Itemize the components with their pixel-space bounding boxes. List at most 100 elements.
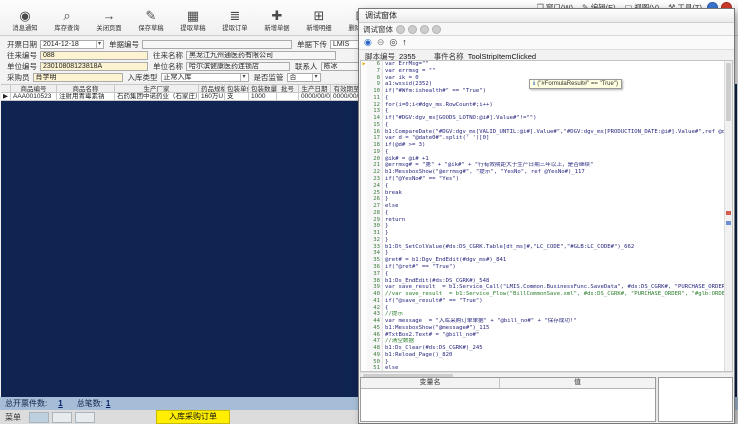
code-text: { bbox=[383, 271, 388, 278]
field-value: 正常入库 bbox=[164, 73, 192, 82]
field-label: 单位名称 bbox=[153, 61, 183, 72]
grid-header-cell[interactable]: 生产厂家 bbox=[115, 84, 199, 93]
code-text: b1:CompareDate("#DGV:dgv_ms[VALID_UNTIL:… bbox=[383, 129, 732, 136]
grid-header-cell[interactable]: 商品编号 bbox=[11, 84, 57, 93]
code-line: 22b1:MessboxShow("@errmsg#", "提示", "YesN… bbox=[361, 169, 732, 176]
variables-col-name: 变量名 bbox=[361, 378, 500, 388]
code-line: 36if("@ret#" == "True") bbox=[361, 264, 732, 271]
grid-header-cell[interactable] bbox=[1, 84, 11, 93]
debug-inner-title: 调试窗体 bbox=[363, 24, 393, 35]
line-number: 28 bbox=[367, 210, 383, 217]
code-line: 20@ik# = @i# +1 bbox=[361, 156, 732, 163]
code-text: } bbox=[383, 359, 388, 366]
code-line: 43//提示 bbox=[361, 311, 732, 318]
code-line: 7var errmsg = "" bbox=[361, 68, 732, 75]
debug-step-up-icon[interactable]: ↑ bbox=[402, 38, 407, 47]
window-button-icon[interactable] bbox=[396, 25, 405, 34]
field-input[interactable] bbox=[142, 40, 292, 49]
field-label: 采购员 bbox=[7, 72, 30, 83]
code-line: 45b1:MessboxShow("@message#")_115 bbox=[361, 325, 732, 332]
grid-header-cell[interactable]: 包装单位 bbox=[225, 84, 249, 93]
close-page-icon: → bbox=[103, 8, 116, 23]
debug-continue-icon[interactable]: ◉ bbox=[364, 38, 372, 47]
add-detail-icon: ⊞ bbox=[314, 8, 325, 23]
field-dropdown[interactable]: 否▾ bbox=[287, 73, 321, 82]
chevron-down-icon[interactable]: ▾ bbox=[240, 73, 245, 82]
grid-cell bbox=[277, 93, 299, 101]
line-number: 50 bbox=[367, 359, 383, 366]
chevron-down-icon[interactable]: ▾ bbox=[312, 73, 317, 82]
toolbar-button[interactable]: ⊞新增明细 bbox=[298, 8, 340, 33]
line-number: 30 bbox=[367, 223, 383, 230]
window-tab[interactable] bbox=[75, 412, 95, 423]
line-number: 23 bbox=[367, 176, 383, 183]
toolbar-button[interactable]: ▦提取草稿 bbox=[172, 8, 214, 33]
line-number: 36 bbox=[367, 264, 383, 271]
field-input[interactable]: 23010808123818A bbox=[40, 62, 148, 71]
toolbar-button[interactable]: ≣提取订单 bbox=[214, 8, 256, 33]
field-value: 哈尔滨健康医药连锁店 bbox=[189, 62, 259, 71]
debug-tooltip: ℹ("#FormulaResult#" == "True") bbox=[529, 79, 622, 89]
toolbar-button-label: 消息通知 bbox=[12, 24, 37, 33]
code-text: var errmsg = "" bbox=[383, 68, 436, 75]
line-number: 49 bbox=[367, 352, 383, 359]
grid-header-cell[interactable]: 商品名称 bbox=[57, 84, 115, 93]
field-dropdown[interactable]: 正常入库 ▾ bbox=[161, 73, 249, 82]
debug-window-title: 调试窗体 bbox=[365, 10, 397, 21]
window-tab[interactable] bbox=[52, 412, 72, 423]
code-line: 25break bbox=[361, 190, 732, 197]
field-value: LMIS bbox=[333, 40, 349, 49]
grid-header-cell[interactable]: 药品规格 bbox=[199, 84, 225, 93]
line-number: 16 bbox=[367, 129, 383, 136]
toolbar-button[interactable]: →关闭页面 bbox=[88, 8, 130, 33]
window-button-icon[interactable] bbox=[420, 25, 429, 34]
grid-header-cell[interactable]: 生产日期 bbox=[299, 84, 331, 93]
field-input[interactable]: 哈尔滨健康医药连锁店 bbox=[186, 62, 290, 71]
code-line: 11{ bbox=[361, 95, 732, 102]
window-button-icon[interactable] bbox=[432, 25, 441, 34]
debug-window-titlebar[interactable]: 调试窗体 bbox=[359, 9, 734, 23]
debug-pause-icon[interactable]: ⊖ bbox=[377, 38, 385, 47]
code-vertical-scrollbar[interactable] bbox=[724, 61, 732, 371]
toolbar-button-label: 库存查询 bbox=[54, 24, 79, 33]
chevron-down-icon[interactable]: ▾ bbox=[96, 40, 101, 49]
field-dropdown[interactable]: 2014-12-18▾ bbox=[40, 40, 104, 49]
window-button-icon[interactable] bbox=[408, 25, 417, 34]
field-label: 是否监管 bbox=[254, 72, 284, 83]
line-number: 38 bbox=[367, 278, 383, 285]
menu-label[interactable]: 菜单 bbox=[5, 412, 21, 423]
window-tab[interactable] bbox=[29, 412, 49, 423]
code-text: @ik# = @i# +1 bbox=[383, 156, 429, 163]
code-text: { bbox=[383, 122, 388, 129]
code-line: 47//清空数据 bbox=[361, 338, 732, 345]
field-input[interactable]: 肖学明 bbox=[33, 73, 123, 82]
grid-header-cell[interactable]: 批号 bbox=[277, 84, 299, 93]
toolbar-button-label: 保存草稿 bbox=[138, 24, 163, 33]
script-code-editor[interactable]: ▶6var ErrMsg=""7var errmsg = ""8var ik =… bbox=[360, 60, 733, 372]
debug-stop-icon[interactable]: ◎ bbox=[389, 38, 397, 47]
debug-inner-titlebar[interactable]: 调试窗体 bbox=[359, 23, 734, 36]
line-number: 21 bbox=[367, 162, 383, 169]
grid-header-cell[interactable]: 包装数量 bbox=[249, 84, 277, 93]
code-text: if("#DGV:dgv_ms[GOODS_LOTNO:@i#].Value#"… bbox=[383, 115, 537, 122]
toolbar-button[interactable]: ◉消息通知 bbox=[4, 8, 46, 33]
toolbar-button[interactable]: ✎保存草稿 bbox=[130, 8, 172, 33]
code-line: 35@ret# = b1:Dgv_EndEdit(#dgv_ms#)_841 bbox=[361, 257, 732, 264]
field-value: 23010808123818A bbox=[43, 62, 102, 71]
code-text: { bbox=[383, 210, 388, 217]
line-number: 20 bbox=[367, 156, 383, 163]
line-number: 34 bbox=[367, 250, 383, 257]
field-value: 陈冰 bbox=[324, 62, 338, 71]
toolbar-button[interactable]: ⌕库存查询 bbox=[46, 8, 88, 33]
code-text: else bbox=[383, 203, 398, 210]
line-number: 12 bbox=[367, 102, 383, 109]
field-input[interactable]: 黑龙江九州通医药有限公司 bbox=[186, 51, 336, 60]
code-line: 13{ bbox=[361, 108, 732, 115]
code-line: 49b1:Reload_Page()_820 bbox=[361, 352, 732, 359]
code-line: 17var d = "@date0#".split(' ')[0] bbox=[361, 135, 732, 142]
code-line: 28{ bbox=[361, 210, 732, 217]
code-text: return bbox=[383, 217, 405, 224]
field-input[interactable]: 088 bbox=[40, 51, 148, 60]
tab-purchase-inbound-order[interactable]: 入库采购订单 bbox=[156, 410, 230, 424]
toolbar-button[interactable]: ✚新增单据 bbox=[256, 8, 298, 33]
